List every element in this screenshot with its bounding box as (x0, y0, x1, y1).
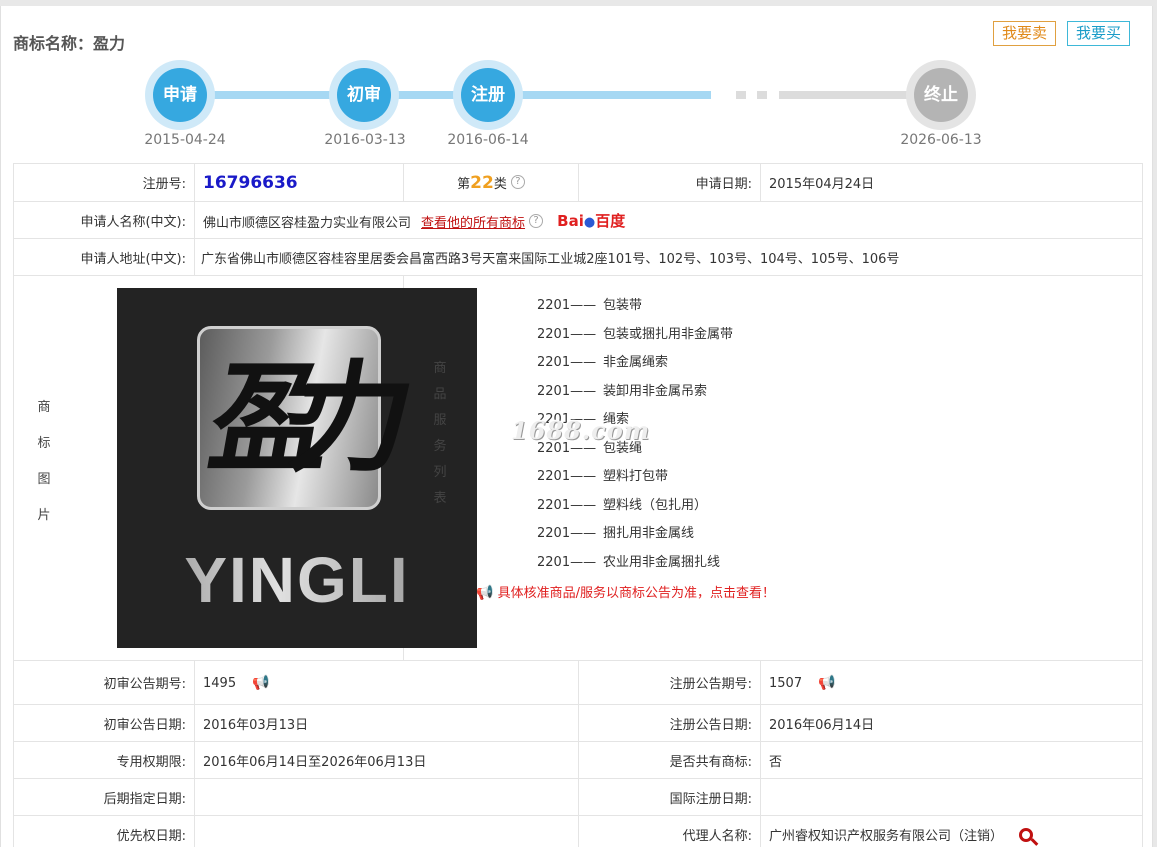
apply-date-value: 2015年04月24日 (760, 163, 1143, 202)
agent-label: 代理人名称: (578, 815, 761, 847)
baidu-search-link[interactable]: Bai●百度 (557, 210, 625, 231)
timeline-step-register: 注册 (453, 60, 523, 130)
intl-date-label: 国际注册日期: (578, 778, 761, 816)
prelim-date-value: 2016年03月13日 (194, 704, 579, 742)
reg-notice-date-label: 注册公告日期: (578, 704, 761, 742)
timeline-date: 2016-06-14 (447, 132, 529, 148)
baidu-paw-icon: ● (583, 214, 596, 230)
timeline-date: 2016-03-13 (324, 132, 406, 148)
list-item: 2201—— 包装或捆扎用非金属带 (537, 326, 734, 342)
logo-plate: 盈力 (197, 326, 385, 510)
megaphone-icon[interactable]: 📢 (252, 675, 269, 691)
goods-list: 2201—— 包装带 2201—— 包装或捆扎用非金属带 2201—— 非金属绳索 2… (537, 292, 733, 577)
list-item: 2201—— 包装带 (537, 298, 643, 313)
shared-label: 是否共有商标: (578, 741, 761, 779)
later-date-value (194, 778, 579, 816)
trademark-image-cell: 商标图片 盈力 YINGLI (13, 275, 477, 661)
megaphone-icon[interactable]: 📢 (818, 675, 835, 691)
reg-notice-date-value: 2016年06月14日 (760, 704, 1143, 742)
timeline-dash (736, 91, 746, 99)
image-label: 商标图片 (37, 400, 51, 523)
applicant-value: 佛山市顺德区容桂盈力实业有限公司 (203, 215, 412, 231)
help-icon[interactable]: ? (510, 174, 525, 189)
list-item: 2201—— 包装绳 (537, 440, 643, 456)
list-item: 2201—— 绳索 (537, 412, 630, 427)
apply-date-label: 申请日期: (578, 163, 761, 202)
class-number: 22 (470, 172, 494, 193)
megaphone-icon: 📢 (476, 585, 494, 601)
list-item: 2201—— 农业用非金属捆扎线 (537, 554, 721, 570)
exclusive-label: 专用权期限: (13, 741, 195, 779)
timeline-date: 2015-04-24 (144, 132, 226, 148)
prelim-date-label: 初审公告日期: (13, 704, 195, 742)
list-item: 2201—— 装卸用非金属吊索 (537, 383, 708, 399)
list-item: 2201—— 捆扎用非金属线 (537, 526, 695, 541)
trademark-detail-panel: 商标名称：盈力 我要卖 我要买 申请 初审 注册 终止 2015-04-24 2… (0, 6, 1153, 847)
address-label: 申请人地址(中文): (13, 238, 195, 276)
address-value: 广东省佛山市顺德区容桂容里居委会昌富西路3号天富来国际工业城2座101号、102… (194, 238, 1143, 276)
prelim-no-value: 1495 (203, 675, 237, 691)
timeline-step-prelim: 初审 (329, 60, 399, 130)
later-date-label: 后期指定日期: (13, 778, 195, 816)
sell-button[interactable]: 我要卖 (993, 21, 1056, 46)
exclusive-value: 2016年06月14日至2026年06月13日 (194, 741, 579, 779)
reg-notice-no-label: 注册公告期号: (578, 660, 761, 705)
buy-button[interactable]: 我要买 (1067, 21, 1130, 46)
reg-notice-no-value: 1507 (769, 675, 803, 691)
timeline-step-apply: 申请 (145, 60, 215, 130)
view-all-trademarks-link[interactable]: 查看他的所有商标 (421, 216, 525, 231)
timeline-dash (757, 91, 767, 99)
logo-character: 盈力 (200, 348, 385, 489)
trademark-info-table: 注册号: 16796636 第22类? 申请日期: 2015年04月24日 申请… (13, 163, 1143, 847)
intl-date-value (760, 778, 1143, 816)
search-icon[interactable] (1019, 827, 1034, 842)
list-item: 2201—— 非金属绳索 (537, 355, 669, 370)
prelim-no-label: 初审公告期号: (13, 660, 195, 705)
applicant-label: 申请人名称(中文): (13, 201, 195, 239)
goods-notice-link[interactable]: 📢 具体核准商品/服务以商标公告为准，点击查看！ (476, 582, 775, 601)
reg-no-label: 注册号: (13, 163, 195, 202)
goods-cell: 商品服务列表 2201—— 包装带 2201—— 包装或捆扎用非金属带 2201——… (403, 275, 1143, 661)
page-title: 商标名称：盈力 (13, 34, 126, 53)
list-item: 2201—— 塑料打包带 (537, 469, 669, 484)
help-icon[interactable]: ? (529, 213, 544, 228)
class-cell: 第22类? (403, 163, 579, 202)
list-item: 2201—— 塑料线（包扎用） (537, 497, 708, 513)
agent-value: 广州睿权知识产权服务有限公司（注销） (769, 828, 1004, 844)
goods-label: 商品服务列表 (433, 361, 447, 506)
priority-date-value (194, 815, 579, 847)
reg-no-value: 16796636 (203, 172, 298, 193)
shared-value: 否 (760, 741, 1143, 779)
priority-date-label: 优先权日期: (13, 815, 195, 847)
timeline-step-end: 终止 (906, 60, 976, 130)
timeline-date: 2026-06-13 (900, 132, 982, 148)
timeline-track-active (181, 91, 711, 99)
